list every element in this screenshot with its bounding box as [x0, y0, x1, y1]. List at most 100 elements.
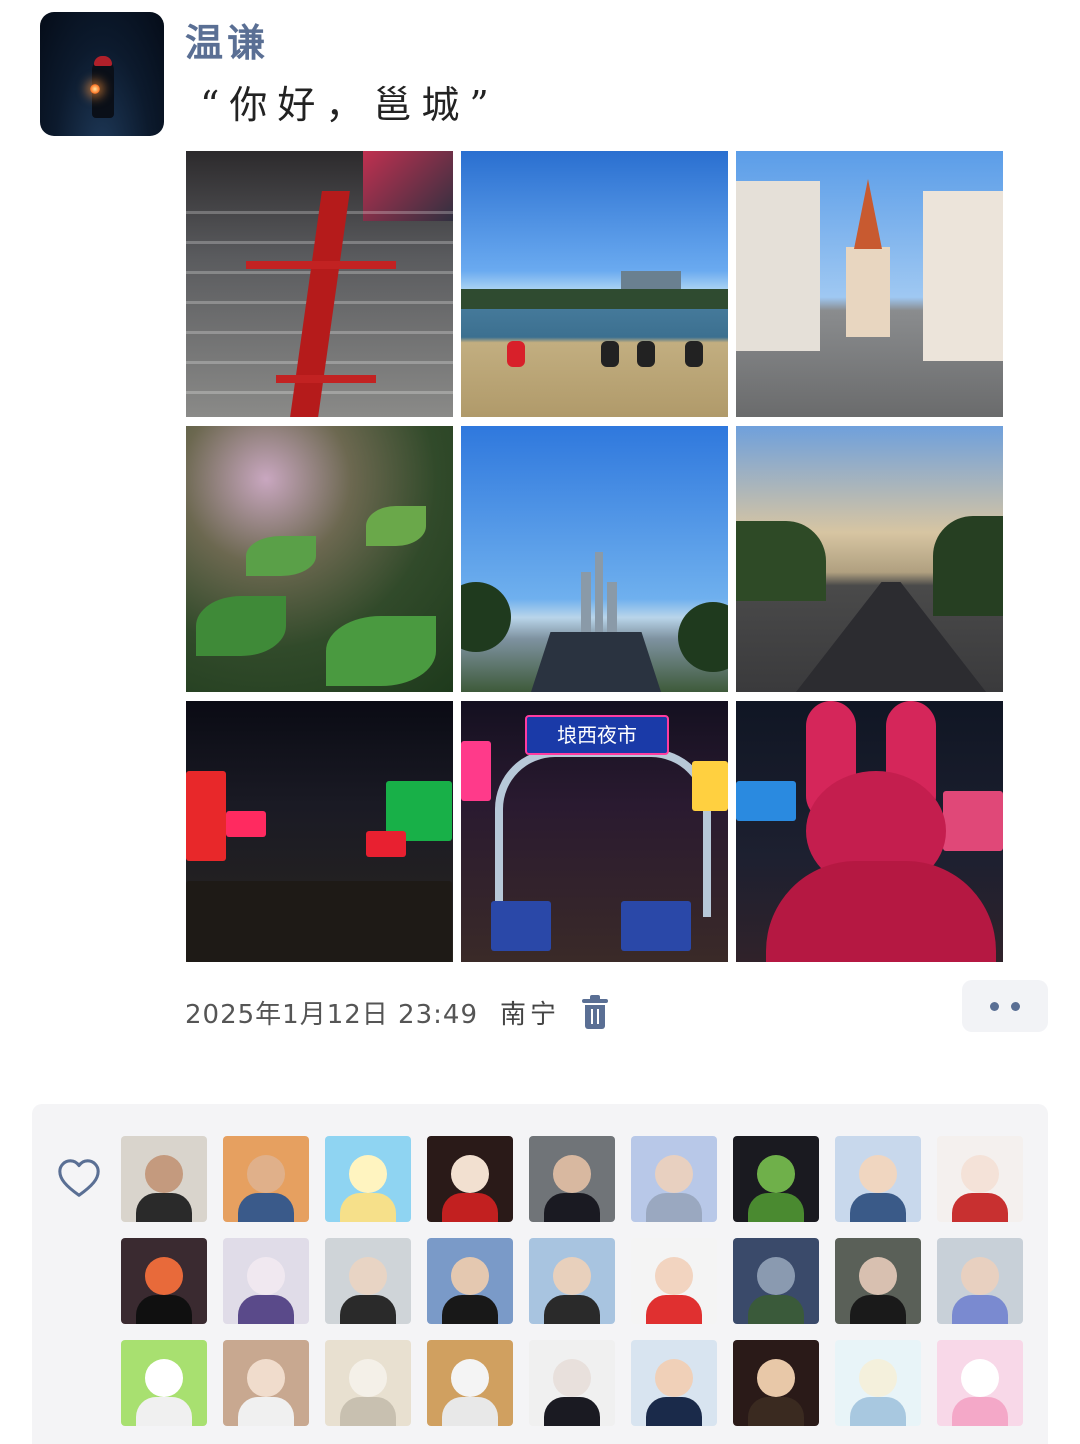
photo-stairs[interactable]	[186, 151, 453, 417]
liker-avatar-body	[646, 1396, 702, 1426]
liker-avatar-body	[544, 1294, 600, 1324]
liker-avatar-grid	[121, 1136, 1025, 1426]
liker-avatar-body	[748, 1294, 804, 1324]
post-timestamp: 2025年1月12日 23:49	[185, 1000, 478, 1030]
liker-avatar-body	[442, 1294, 498, 1324]
liker-avatar[interactable]	[121, 1340, 207, 1426]
liker-avatar-face	[451, 1358, 489, 1397]
post-caption: “你好，邕城”	[200, 83, 499, 127]
photo-skyline[interactable]	[461, 426, 728, 692]
liker-avatar-face	[859, 1358, 897, 1397]
avatar-hat	[94, 56, 112, 66]
photo-garden[interactable]	[186, 426, 453, 692]
liker-avatar-body	[340, 1396, 396, 1426]
liker-avatar[interactable]	[631, 1136, 717, 1222]
liker-avatar[interactable]	[631, 1340, 717, 1426]
liker-avatar-face	[247, 1358, 285, 1397]
photo-night-street[interactable]	[186, 701, 453, 962]
liker-avatar-face	[145, 1154, 183, 1193]
photo-church-street[interactable]	[736, 151, 1003, 417]
liker-avatar-body	[442, 1396, 498, 1426]
liker-avatar-face	[553, 1358, 591, 1397]
photo-night-market[interactable]: 埌西夜市	[461, 701, 728, 962]
trash-icon[interactable]	[582, 994, 609, 1029]
liker-avatar-face	[757, 1256, 795, 1295]
more-options-button[interactable]	[962, 980, 1048, 1032]
liker-avatar[interactable]	[427, 1238, 513, 1324]
liker-avatar[interactable]	[835, 1340, 921, 1426]
liker-avatar-body	[442, 1192, 498, 1222]
liker-avatar-body	[238, 1294, 294, 1324]
liker-avatar[interactable]	[325, 1136, 411, 1222]
liker-avatar-body	[238, 1192, 294, 1222]
liker-avatar[interactable]	[733, 1238, 819, 1324]
liker-avatar-body	[646, 1192, 702, 1222]
liker-avatar-body	[136, 1294, 192, 1324]
liker-avatar[interactable]	[835, 1136, 921, 1222]
liker-avatar[interactable]	[325, 1340, 411, 1426]
liker-avatar-face	[451, 1154, 489, 1193]
liker-avatar-body	[952, 1294, 1008, 1324]
liker-avatar-face	[349, 1154, 387, 1193]
poster-avatar[interactable]	[40, 12, 164, 136]
liker-avatar-face	[961, 1256, 999, 1295]
liker-avatar-face	[145, 1256, 183, 1295]
liker-avatar-face	[553, 1154, 591, 1193]
photo-pink-bunny[interactable]	[736, 701, 1003, 962]
liker-avatar[interactable]	[529, 1136, 615, 1222]
liker-avatar-face	[859, 1256, 897, 1295]
liker-avatar[interactable]	[427, 1340, 513, 1426]
liker-avatar-body	[952, 1192, 1008, 1222]
liker-avatar-body	[850, 1396, 906, 1426]
post-location[interactable]: 南宁	[500, 994, 560, 1031]
liker-avatar[interactable]	[937, 1238, 1023, 1324]
photo-highway[interactable]	[736, 426, 1003, 692]
night-market-sign: 埌西夜市	[525, 715, 669, 755]
liker-avatar-face	[247, 1154, 285, 1193]
liker-avatar[interactable]	[223, 1340, 309, 1426]
liker-avatar[interactable]	[121, 1136, 207, 1222]
liker-avatar-body	[136, 1192, 192, 1222]
liker-avatar-body	[340, 1192, 396, 1222]
liker-avatar[interactable]	[631, 1238, 717, 1324]
liker-avatar[interactable]	[325, 1238, 411, 1324]
post-meta: 2025年1月12日 23:49 南宁	[185, 994, 609, 1031]
more-dot-icon	[990, 1001, 999, 1011]
liker-avatar[interactable]	[427, 1136, 513, 1222]
liker-avatar-face	[349, 1358, 387, 1397]
avatar-sparkler	[90, 84, 100, 94]
liker-avatar-face	[859, 1154, 897, 1193]
liker-avatar-face	[655, 1358, 693, 1397]
liker-avatar-body	[646, 1294, 702, 1324]
liker-avatar-body	[850, 1192, 906, 1222]
liker-avatar-body	[136, 1396, 192, 1426]
photo-lake[interactable]	[461, 151, 728, 417]
liker-avatar[interactable]	[529, 1340, 615, 1426]
likes-panel	[32, 1104, 1048, 1444]
liker-avatar[interactable]	[733, 1136, 819, 1222]
liker-avatar[interactable]	[223, 1238, 309, 1324]
liker-avatar-body	[340, 1294, 396, 1324]
liker-avatar-face	[961, 1358, 999, 1397]
liker-avatar-face	[655, 1256, 693, 1295]
liker-avatar-face	[553, 1256, 591, 1295]
liker-avatar[interactable]	[121, 1238, 207, 1324]
username[interactable]: 温谦	[185, 12, 269, 67]
liker-avatar-body	[952, 1396, 1008, 1426]
liker-avatar-face	[451, 1256, 489, 1295]
liker-avatar-body	[544, 1396, 600, 1426]
photo-grid: 埌西夜市	[186, 151, 1003, 962]
liker-avatar[interactable]	[937, 1340, 1023, 1426]
liker-avatar-body	[748, 1192, 804, 1222]
liker-avatar[interactable]	[223, 1136, 309, 1222]
liker-avatar-body	[850, 1294, 906, 1324]
liker-avatar-face	[247, 1256, 285, 1295]
liker-avatar[interactable]	[835, 1238, 921, 1324]
liker-avatar-face	[145, 1358, 183, 1397]
liker-avatar-face	[349, 1256, 387, 1295]
liker-avatar[interactable]	[733, 1340, 819, 1426]
liker-avatar[interactable]	[937, 1136, 1023, 1222]
liker-avatar-body	[748, 1396, 804, 1426]
heart-icon	[58, 1159, 100, 1197]
liker-avatar[interactable]	[529, 1238, 615, 1324]
